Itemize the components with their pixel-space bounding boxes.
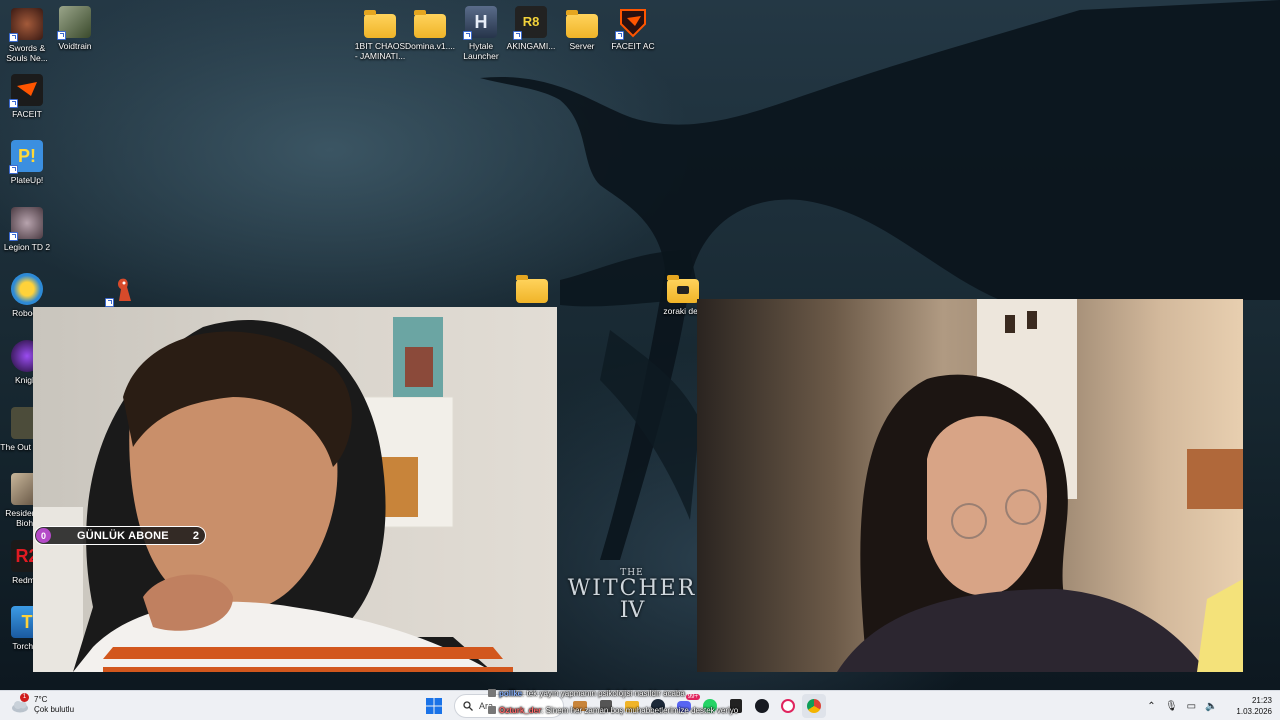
chat-message: pollke: tek yayın yapmanın psikolojisi n… — [488, 689, 685, 698]
obs-icon — [781, 699, 795, 713]
voidtrain-icon — [57, 6, 91, 40]
desktop-icon-chicken[interactable] — [96, 273, 150, 307]
chat-badge-icon — [488, 689, 496, 697]
shortcut-arrow-icon — [57, 31, 66, 40]
microphone-icon[interactable]: 🎙 — [1162, 697, 1180, 715]
faceit-ac-icon — [615, 6, 649, 40]
chat-text: : Sinem her zaman boş muhabbetlerimize d… — [541, 706, 739, 715]
cloud-icon: 1 — [10, 693, 30, 715]
shortcut-arrow-icon — [513, 31, 522, 40]
shortcut-arrow-icon — [463, 31, 472, 40]
tray-overflow-chevron-icon[interactable]: ⌃ — [1142, 697, 1160, 715]
taskbar-app-chrome[interactable] — [802, 694, 826, 718]
shortcut-arrow-icon — [9, 33, 18, 42]
plateup-icon: P! — [9, 140, 43, 174]
desktop-icon-label: Domina.v1.... — [404, 41, 456, 51]
weather-desc: Çok bulutlu — [34, 705, 75, 714]
weather-alert-badge: 1 — [20, 693, 29, 702]
desktop-icon-hytale[interactable]: H Hytale Launcher — [454, 6, 508, 61]
volume-icon[interactable]: 🔈 — [1202, 697, 1220, 715]
shortcut-arrow-icon — [9, 99, 18, 108]
robot-icon — [11, 273, 43, 305]
desktop-icon-swords-souls[interactable]: Swords & Souls Ne... — [0, 8, 54, 63]
chat-message: Ozturk_der: Sinem her zaman boş muhabbet… — [488, 706, 738, 715]
desktop-icon-server[interactable]: Server — [555, 8, 609, 51]
swords-icon — [9, 8, 43, 42]
taskbar-app-steam-2[interactable] — [750, 694, 774, 718]
desktop-icon-label: 1BIT CHAOS - JAMINATI... — [354, 41, 406, 61]
desktop-icon-faceit-ac[interactable]: FACEIT AC — [606, 6, 660, 51]
system-tray: ⌃ 🎙 ▭ 🔈 21:23 1.03.2026 — [1142, 691, 1272, 720]
weather-temp: 7°C — [34, 695, 48, 704]
desktop-icon-label: PlateUp! — [10, 175, 44, 185]
desktop-icon-label: FACEIT — [12, 109, 42, 119]
desktop-icon-label: FACEIT AC — [611, 41, 655, 51]
desktop-icon-folder[interactable] — [505, 273, 559, 303]
steam-icon — [755, 699, 769, 713]
chat-username: Ozturk_der — [499, 706, 542, 715]
desktop-icon-domina[interactable]: Domina.v1.... — [403, 8, 457, 51]
clock-date: 1.03.2026 — [1236, 707, 1272, 716]
webcam-right — [697, 299, 1243, 672]
chat-badge-icon — [488, 706, 496, 714]
clock-time: 21:23 — [1251, 696, 1272, 705]
search-icon — [463, 701, 473, 711]
desktop-icon-1bit-chaos[interactable]: 1BIT CHAOS - JAMINATI... — [353, 8, 407, 61]
sub-counter-title: GÜNLÜK ABONE — [77, 529, 169, 542]
desktop-icon-plateup[interactable]: P! PlateUp! — [0, 140, 54, 185]
witcher-logo-numeral: IV — [619, 598, 645, 623]
desktop-icon-akingami[interactable]: R8 AKINGAMI... — [504, 6, 558, 51]
desktop-icon-label: AKINGAMI... — [506, 41, 556, 51]
webcam-left — [33, 307, 557, 672]
windows-start-icon — [426, 698, 442, 714]
folder-icon — [566, 10, 598, 38]
witcher-logo: THE WITCHER IV — [566, 568, 698, 622]
weather-widget[interactable]: 1 7°C Çok bulutlu — [10, 693, 75, 715]
sub-counter-count: 2 — [192, 529, 199, 542]
folder-icon — [667, 275, 699, 303]
folder-icon — [414, 10, 446, 38]
windows-start-button[interactable] — [422, 694, 446, 718]
taskbar-clock[interactable]: 21:23 1.03.2026 — [1236, 695, 1272, 717]
chrome-icon — [807, 699, 821, 713]
network-icon[interactable]: ▭ — [1182, 697, 1200, 715]
folder-icon — [516, 275, 548, 303]
chat-text: : tek yayın yapmanın psikolojisi nasıldı… — [522, 689, 685, 698]
desktop-icon-label: Server — [569, 41, 595, 51]
sub-counter-badge: 0 — [36, 528, 51, 543]
folder-icon — [364, 10, 396, 38]
shortcut-arrow-icon — [105, 298, 114, 307]
faceit-icon — [9, 74, 43, 108]
akingami-icon: R8 — [513, 6, 547, 40]
desktop-icon-label: Legion TD 2 — [3, 242, 51, 252]
shortcut-arrow-icon — [9, 165, 18, 174]
daily-sub-counter: 0 GÜNLÜK ABONE 2 — [34, 526, 206, 545]
witcher-logo-title: WITCHER — [567, 576, 697, 601]
legion-icon — [9, 207, 43, 241]
hytale-icon: H — [463, 6, 497, 40]
desktop-icon-label: Voidtrain — [58, 41, 92, 51]
shortcut-arrow-icon — [615, 31, 624, 40]
taskbar-app-obs[interactable] — [776, 694, 800, 718]
desktop-icon-label: Hytale Launcher — [463, 41, 499, 61]
chicken-icon — [105, 273, 139, 307]
desktop-icon-legion-td[interactable]: Legion TD 2 — [0, 207, 54, 252]
desktop-icon-label: Swords & Souls Ne... — [6, 43, 48, 63]
desktop-icon-faceit[interactable]: FACEIT — [0, 74, 54, 119]
shortcut-arrow-icon — [9, 232, 18, 241]
chat-username: pollke — [499, 689, 523, 698]
desktop-icon-voidtrain[interactable]: Voidtrain — [48, 6, 102, 51]
